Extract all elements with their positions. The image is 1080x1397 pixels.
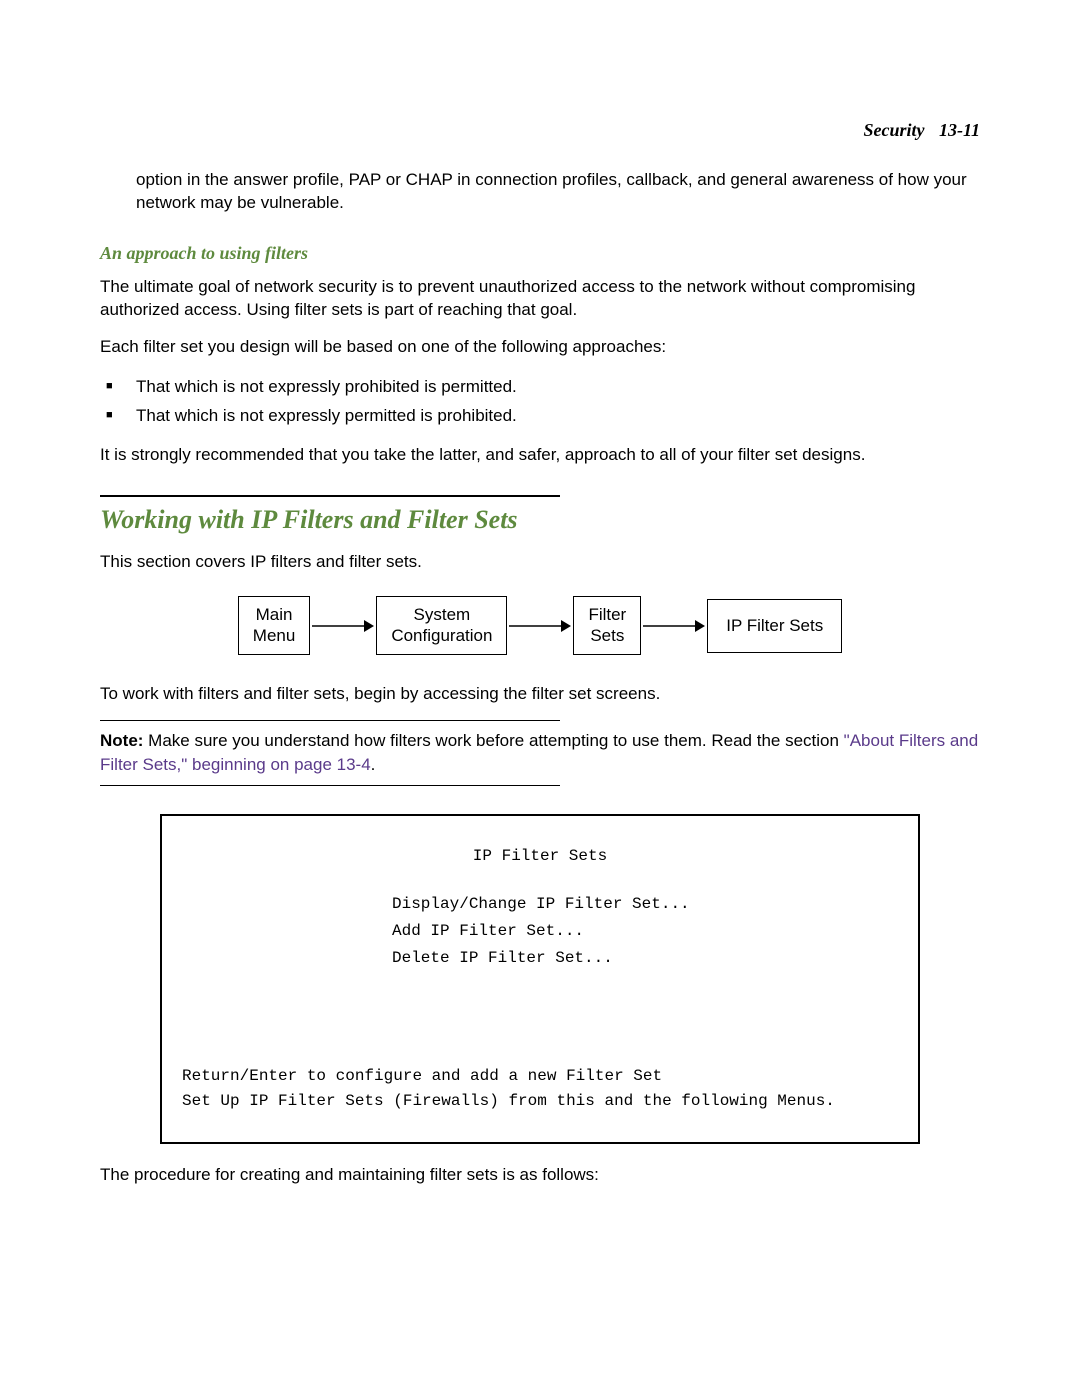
document-page: Security 13-11 option in the answer prof… <box>0 0 1080 1281</box>
approach-para-2: Each filter set you design will be based… <box>100 336 980 359</box>
arrow-right-icon <box>643 616 705 636</box>
note-divider-bottom <box>100 785 560 786</box>
nav-box-line: Main <box>256 605 293 624</box>
note-tail: . <box>371 755 376 774</box>
closing-paragraph: The procedure for creating and maintaini… <box>100 1164 980 1187</box>
terminal-footer: Return/Enter to configure and add a new … <box>182 1064 898 1114</box>
approach-para-1: The ultimate goal of network security is… <box>100 276 980 322</box>
nav-box-system-config: System Configuration <box>376 596 507 655</box>
terminal-screen: IP Filter Sets Display/Change IP Filter … <box>160 814 920 1144</box>
working-heading: Working with IP Filters and Filter Sets <box>100 505 980 535</box>
nav-box-line: Menu <box>253 626 296 645</box>
note-paragraph: Note: Make sure you understand how filte… <box>100 729 980 777</box>
terminal-menu-item: Add IP Filter Set... <box>392 919 898 944</box>
approach-para-3: It is strongly recommended that you take… <box>100 444 980 467</box>
terminal-footer-line: Set Up IP Filter Sets (Firewalls) from t… <box>182 1089 898 1114</box>
arrow-right-icon <box>312 616 374 636</box>
nav-box-filter-sets: Filter Sets <box>573 596 641 655</box>
section-divider <box>100 495 560 497</box>
terminal-menu: Display/Change IP Filter Set... Add IP F… <box>392 892 898 970</box>
intro-paragraph: option in the answer profile, PAP or CHA… <box>136 169 980 215</box>
page-header: Security 13-11 <box>100 120 980 141</box>
nav-box-line: Sets <box>590 626 624 645</box>
nav-box-line: System <box>414 605 471 624</box>
bullet-item: That which is not expressly permitted is… <box>100 402 980 431</box>
working-intro: This section covers IP filters and filte… <box>100 551 980 574</box>
terminal-menu-item: Display/Change IP Filter Set... <box>392 892 898 917</box>
approach-bullets: That which is not expressly prohibited i… <box>100 373 980 431</box>
nav-box-ip-filter-sets: IP Filter Sets <box>707 599 842 653</box>
terminal-footer-line: Return/Enter to configure and add a new … <box>182 1064 898 1089</box>
nav-box-line: IP Filter Sets <box>726 616 823 635</box>
note-divider-top <box>100 720 560 721</box>
approach-heading: An approach to using filters <box>100 243 980 264</box>
arrow-right-icon <box>509 616 571 636</box>
note-label: Note: <box>100 731 143 750</box>
navigation-diagram: Main Menu System Configuration Filter Se… <box>100 596 980 655</box>
header-section: Security <box>863 120 924 140</box>
nav-box-line: Configuration <box>391 626 492 645</box>
bullet-item: That which is not expressly prohibited i… <box>100 373 980 402</box>
header-page-number: 13-11 <box>939 120 980 140</box>
terminal-title: IP Filter Sets <box>182 844 898 869</box>
nav-box-main-menu: Main Menu <box>238 596 311 655</box>
terminal-menu-item: Delete IP Filter Set... <box>392 946 898 971</box>
nav-box-line: Filter <box>588 605 626 624</box>
working-para-after: To work with filters and filter sets, be… <box>100 683 980 706</box>
note-body: Make sure you understand how filters wor… <box>143 731 843 750</box>
